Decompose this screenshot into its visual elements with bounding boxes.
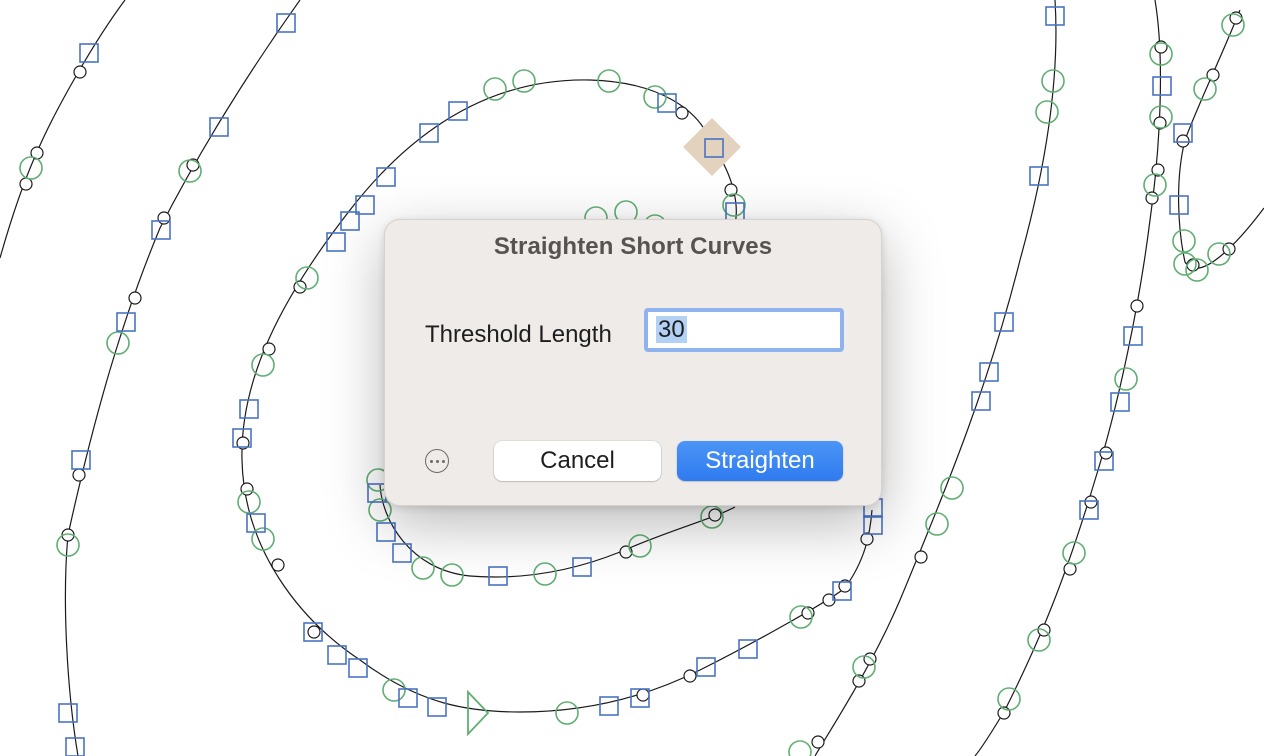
threshold-length-label: Threshold Length (425, 321, 612, 348)
straighten-button[interactable]: Straighten (677, 441, 843, 481)
smooth-point-marker[interactable] (251, 353, 275, 377)
on-curve-point-marker[interactable] (271, 558, 285, 572)
on-curve-point-marker[interactable] (1063, 562, 1077, 576)
on-curve-point-marker[interactable] (1176, 134, 1190, 148)
smooth-point-marker[interactable] (19, 156, 43, 180)
on-curve-point-marker[interactable] (811, 735, 825, 749)
on-curve-point-marker[interactable] (157, 211, 171, 225)
on-curve-point-marker[interactable] (73, 65, 87, 79)
cancel-button[interactable]: Cancel (494, 441, 661, 481)
on-curve-point-marker[interactable] (1130, 299, 1144, 313)
on-curve-point-marker[interactable] (1084, 495, 1098, 509)
dialog-title: Straighten Short Curves (493, 233, 773, 260)
corner-point-marker[interactable] (599, 696, 619, 716)
straighten-short-curves-dialog: Straighten Short Curves Threshold Length… (384, 219, 882, 506)
threshold-length-value: 30 (656, 316, 687, 343)
smooth-point-marker[interactable] (512, 69, 536, 93)
smooth-point-marker[interactable] (1193, 77, 1217, 101)
on-curve-point-marker[interactable] (1186, 258, 1200, 272)
on-curve-point-marker[interactable] (636, 688, 650, 702)
smooth-point-marker[interactable] (1035, 100, 1059, 124)
smooth-point-marker[interactable] (555, 701, 579, 725)
smooth-point-marker[interactable] (1172, 229, 1196, 253)
smooth-point-marker[interactable] (940, 476, 964, 500)
corner-point-marker[interactable] (376, 167, 396, 187)
on-curve-point-marker[interactable] (128, 291, 142, 305)
path-direction-marker (467, 689, 490, 737)
smooth-point-marker[interactable] (628, 534, 652, 558)
on-curve-point-marker[interactable] (683, 669, 697, 683)
smooth-point-marker[interactable] (483, 77, 507, 101)
corner-point-marker[interactable] (488, 566, 508, 586)
corner-point-marker[interactable] (1110, 392, 1130, 412)
smooth-point-marker[interactable] (643, 85, 667, 109)
corner-point-marker[interactable] (239, 399, 259, 419)
ellipsis-circle-icon[interactable] (425, 449, 449, 473)
corner-point-marker[interactable] (58, 703, 78, 723)
on-curve-point-marker[interactable] (914, 550, 928, 564)
corner-point-marker[interactable] (326, 232, 346, 252)
corner-point-marker[interactable] (994, 312, 1014, 332)
corner-point-marker[interactable] (116, 312, 136, 332)
corner-point-marker[interactable] (971, 391, 991, 411)
start-point-marker[interactable] (683, 118, 741, 176)
corner-point-marker[interactable] (246, 513, 266, 533)
threshold-length-input[interactable]: 30 (644, 308, 844, 352)
on-curve-point-marker[interactable] (262, 342, 276, 356)
on-curve-point-marker[interactable] (708, 508, 722, 522)
smooth-point-marker[interactable] (411, 556, 435, 580)
corner-point-marker[interactable] (1152, 76, 1172, 96)
corner-point-marker[interactable] (1123, 326, 1143, 346)
smooth-point-marker[interactable] (925, 512, 949, 536)
on-curve-point-marker[interactable] (19, 177, 33, 191)
smooth-point-marker[interactable] (788, 740, 812, 756)
on-curve-point-marker[interactable] (675, 106, 689, 120)
smooth-point-marker[interactable] (997, 687, 1021, 711)
corner-point-marker[interactable] (863, 515, 883, 535)
on-curve-point-marker[interactable] (307, 625, 321, 639)
corner-point-marker[interactable] (348, 658, 368, 678)
on-curve-point-marker[interactable] (72, 468, 86, 482)
on-curve-point-marker[interactable] (1099, 446, 1113, 460)
smooth-point-marker[interactable] (1114, 367, 1138, 391)
